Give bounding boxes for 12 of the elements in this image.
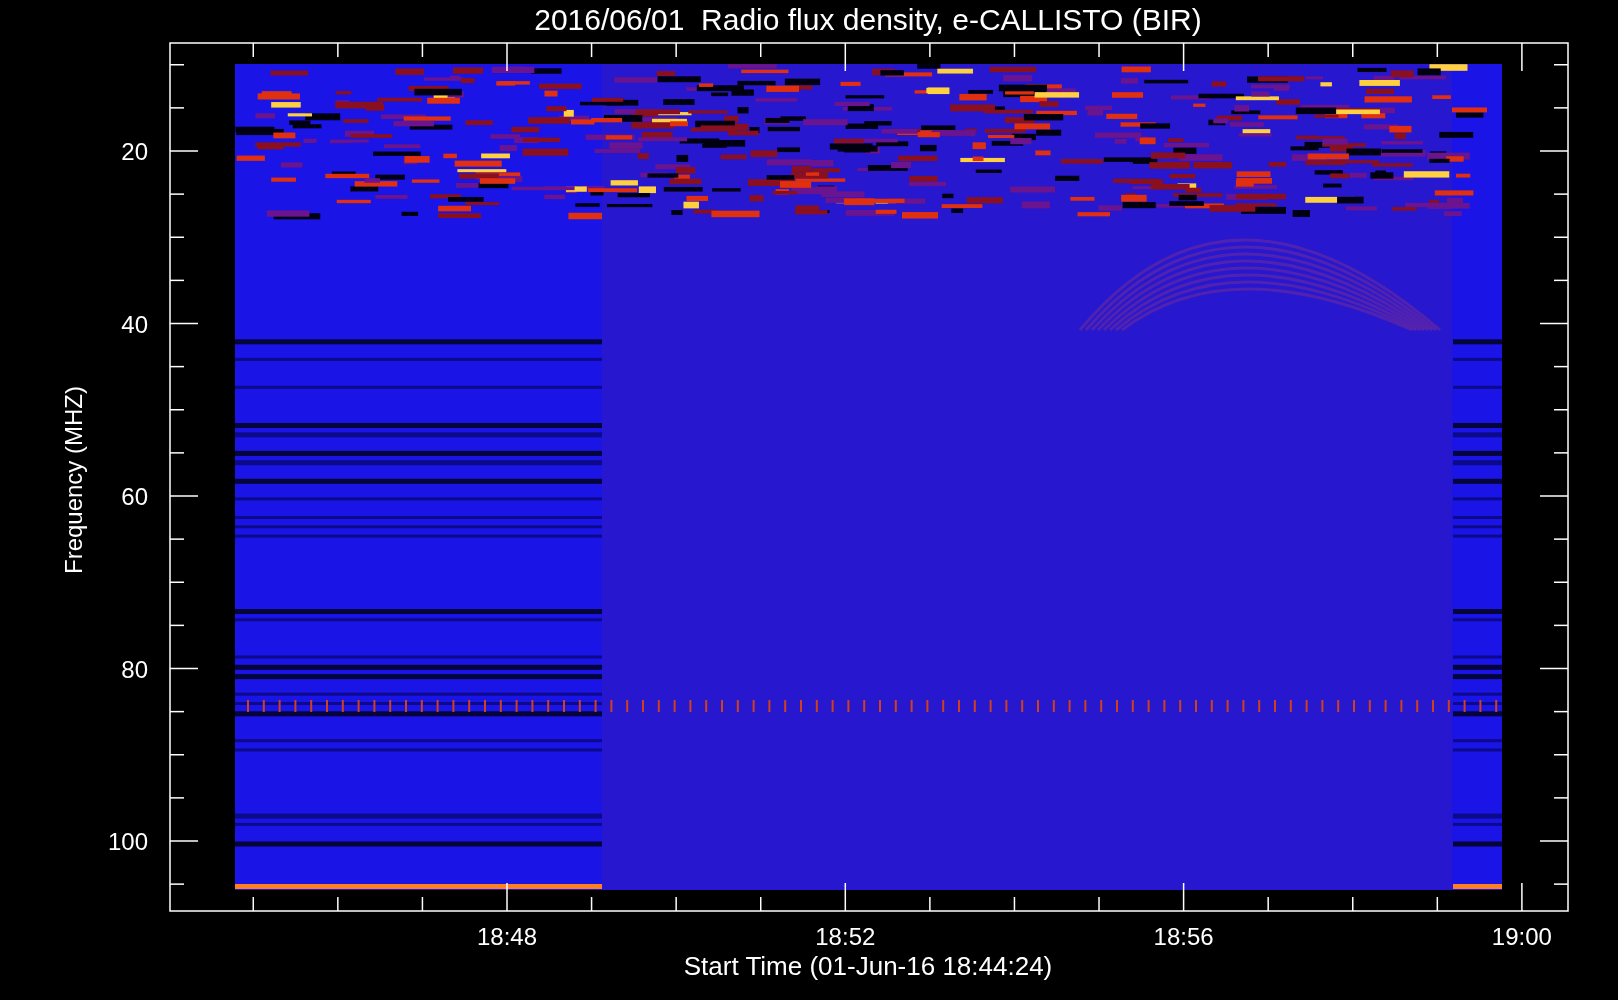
y-tick-label: 40 xyxy=(121,310,148,338)
y-tick-label: 100 xyxy=(107,828,148,855)
x-tick-label: 19:00 xyxy=(1491,923,1552,950)
x-axis-label: Start Time (01-Jun-16 18:44:24) xyxy=(683,951,1053,981)
plot-title: 2016/06/01 Radio flux density, e-CALLISTO (BIR) xyxy=(534,3,1202,36)
y-tick-label: 60 xyxy=(121,483,148,510)
x-tick-label: 18:52 xyxy=(815,923,876,950)
y-axis-label: Frequency (MHZ) xyxy=(60,386,87,574)
x-tick-label: 18:48 xyxy=(476,923,538,950)
y-tick-label: 80 xyxy=(121,655,148,683)
y-tick-label: 20 xyxy=(121,138,148,165)
x-tick-label: 18:56 xyxy=(1153,923,1214,950)
